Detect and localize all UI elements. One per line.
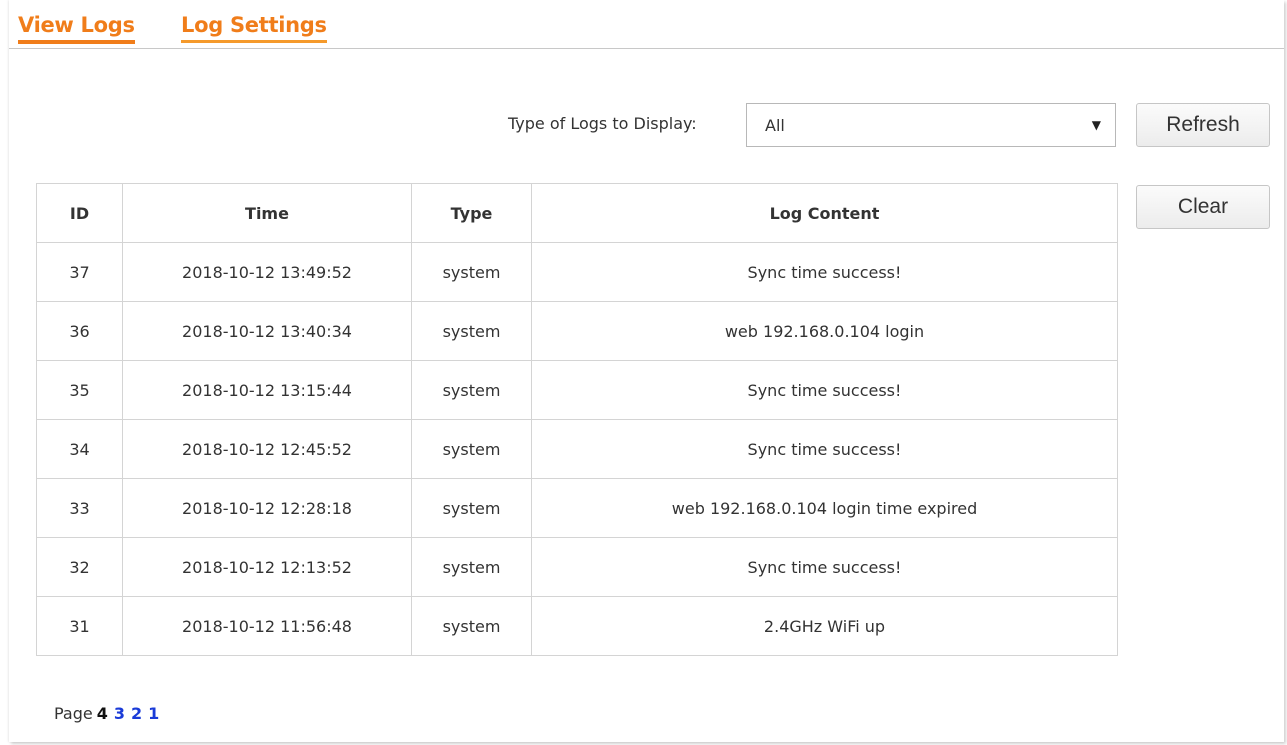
cell-type: system	[411, 419, 532, 479]
page-link[interactable]: 3	[114, 704, 125, 723]
log-type-label: Type of Logs to Display:	[508, 114, 697, 133]
cell-log-content: web 192.168.0.104 login time expired	[531, 478, 1118, 538]
cell-time: 2018-10-12 13:40:34	[122, 301, 412, 361]
cell-id: 33	[36, 478, 123, 538]
cell-id: 36	[36, 301, 123, 361]
cell-time: 2018-10-12 12:45:52	[122, 419, 412, 479]
cell-type: system	[411, 596, 532, 656]
column-header-id: ID	[36, 183, 123, 243]
table-row: 36 2018-10-12 13:40:34 system web 192.168.0…	[36, 301, 1118, 361]
refresh-button[interactable]: Refresh	[1136, 103, 1270, 147]
cell-log-content: Sync time success!	[531, 419, 1118, 479]
tab-log-settings[interactable]: Log Settings	[181, 13, 327, 43]
dropdown-arrow-icon: ▼	[1091, 118, 1101, 132]
cell-log-content: Sync time success!	[531, 360, 1118, 420]
table-header-row: ID Time Type Log Content	[36, 183, 1118, 243]
cell-log-content: 2.4GHz WiFi up	[531, 596, 1118, 656]
cell-id: 34	[36, 419, 123, 479]
column-header-type: Type	[411, 183, 532, 243]
log-table: ID Time Type Log Content 37 2018-10-12 13…	[36, 183, 1118, 656]
current-page: 4	[96, 704, 108, 723]
tab-bar: View Logs Log Settings	[9, 0, 1284, 49]
cell-type: system	[411, 360, 532, 420]
cell-log-content: Sync time success!	[531, 537, 1118, 597]
tab-view-logs[interactable]: View Logs	[18, 13, 135, 44]
cell-time: 2018-10-12 12:28:18	[122, 478, 412, 538]
cell-time: 2018-10-12 11:56:48	[122, 596, 412, 656]
cell-type: system	[411, 478, 532, 538]
cell-id: 37	[36, 242, 123, 302]
column-header-log-content: Log Content	[531, 183, 1118, 243]
pagination-label: Page	[54, 704, 93, 723]
pagination: Page 4 3 2 1	[54, 704, 159, 723]
table-row: 32 2018-10-12 12:13:52 system Sync time suc…	[36, 537, 1118, 597]
table-row: 31 2018-10-12 11:56:48 system 2.4GHz WiFi u…	[36, 596, 1118, 656]
page-link[interactable]: 2	[131, 704, 142, 723]
table-row: 35 2018-10-12 13:15:44 system Sync time suc…	[36, 360, 1118, 420]
page-link[interactable]: 1	[148, 704, 159, 723]
cell-time: 2018-10-12 13:15:44	[122, 360, 412, 420]
cell-log-content: web 192.168.0.104 login	[531, 301, 1118, 361]
log-type-select[interactable]: All ▼	[746, 103, 1116, 147]
cell-time: 2018-10-12 13:49:52	[122, 242, 412, 302]
cell-type: system	[411, 301, 532, 361]
clear-button[interactable]: Clear	[1136, 185, 1270, 229]
table-row: 33 2018-10-12 12:28:18 system web 192.168.0…	[36, 478, 1118, 538]
column-header-time: Time	[122, 183, 412, 243]
table-row: 37 2018-10-12 13:49:52 system Sync time suc…	[36, 242, 1118, 302]
log-type-selected-value: All	[765, 116, 785, 135]
cell-id: 31	[36, 596, 123, 656]
table-row: 34 2018-10-12 12:45:52 system Sync time suc…	[36, 419, 1118, 479]
cell-id: 35	[36, 360, 123, 420]
cell-id: 32	[36, 537, 123, 597]
cell-log-content: Sync time success!	[531, 242, 1118, 302]
cell-time: 2018-10-12 12:13:52	[122, 537, 412, 597]
cell-type: system	[411, 537, 532, 597]
cell-type: system	[411, 242, 532, 302]
